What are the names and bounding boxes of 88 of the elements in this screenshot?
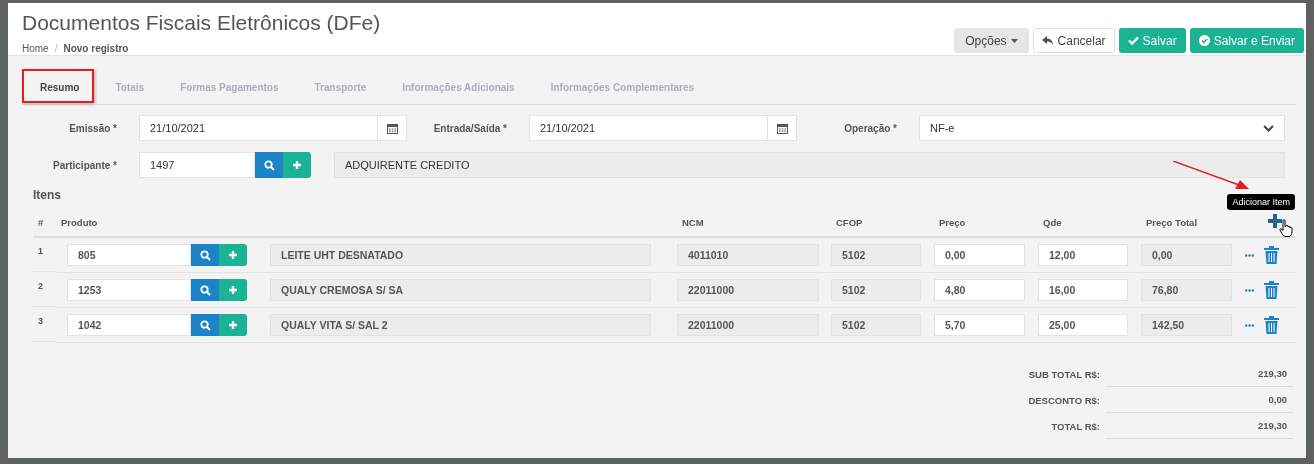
add-button[interactable] bbox=[219, 314, 247, 336]
breadcrumb-item[interactable]: Home bbox=[22, 43, 49, 54]
trash-icon[interactable] bbox=[1264, 246, 1279, 264]
undo-arrow-icon bbox=[1041, 35, 1054, 46]
add-button[interactable] bbox=[219, 279, 247, 301]
field-label: Entrada/Saída * bbox=[432, 122, 508, 134]
operation-select[interactable]: NF-e bbox=[919, 115, 1285, 141]
search-button[interactable] bbox=[191, 279, 219, 301]
calendar-button[interactable] bbox=[768, 115, 797, 141]
total-field: 0,00 bbox=[1141, 244, 1232, 266]
product-code-field[interactable]: 1253 bbox=[67, 279, 191, 301]
breadcrumb-separator: / bbox=[54, 43, 58, 54]
check-circle-icon bbox=[1198, 35, 1210, 46]
ncm-field: 4011010 bbox=[677, 244, 819, 266]
price-field[interactable]: 5,70 bbox=[934, 314, 1025, 336]
calendar-icon bbox=[776, 122, 788, 134]
cfop-field: 5102 bbox=[831, 279, 921, 301]
search-button[interactable] bbox=[255, 152, 283, 178]
participant-field[interactable]: 1497 bbox=[139, 152, 255, 178]
quantity-field[interactable]: 25,00 bbox=[1038, 314, 1128, 336]
tooltip: Adicionar Item bbox=[1227, 194, 1295, 210]
hand-cursor-icon bbox=[1279, 219, 1293, 237]
date-field[interactable]: 21/10/2021 bbox=[139, 115, 378, 141]
breadcrumb-item: Novo registro bbox=[63, 43, 129, 54]
column-header: Produto bbox=[56, 209, 270, 238]
column-header: CFOP bbox=[831, 209, 934, 238]
plus-icon bbox=[228, 320, 238, 330]
row-number: 1 bbox=[33, 238, 56, 272]
total-label: TOTAL R$: bbox=[1050, 419, 1100, 434]
page-title: Documentos Fiscais Eletrônicos (DFe) bbox=[22, 11, 381, 35]
ncm-field: 22011000 bbox=[677, 314, 819, 336]
field-label: Operação * bbox=[843, 122, 898, 134]
trash-icon[interactable] bbox=[1264, 316, 1279, 334]
add-item-button[interactable] bbox=[1267, 213, 1283, 229]
options-button[interactable]: Opções bbox=[954, 28, 1029, 53]
chevron-down-icon bbox=[1263, 124, 1274, 132]
quantity-field[interactable]: 12,00 bbox=[1038, 244, 1128, 266]
add-button[interactable] bbox=[283, 152, 311, 178]
total-field: 142,50 bbox=[1141, 314, 1232, 336]
more-icon[interactable] bbox=[1245, 288, 1254, 292]
check-icon bbox=[1127, 36, 1139, 45]
search-button[interactable] bbox=[191, 314, 219, 336]
search-icon bbox=[263, 159, 275, 171]
field-label: Emissão * bbox=[68, 122, 118, 134]
total-field: 76,80 bbox=[1141, 279, 1232, 301]
search-icon bbox=[199, 284, 211, 296]
caret-icon bbox=[1010, 38, 1018, 43]
column-header: NCM bbox=[677, 209, 831, 238]
cfop-field: 5102 bbox=[831, 244, 921, 266]
description-field: LEITE UHT DESNATADO bbox=[270, 244, 651, 266]
tab[interactable]: Resumo bbox=[22, 71, 98, 104]
column-header: # bbox=[33, 209, 56, 238]
column-header: Preço bbox=[934, 209, 1038, 238]
calendar-button[interactable] bbox=[378, 115, 407, 141]
total-label: SUB TOTAL R$: bbox=[1028, 367, 1100, 382]
quantity-field[interactable]: 16,00 bbox=[1038, 279, 1128, 301]
price-field[interactable]: 4,80 bbox=[934, 279, 1025, 301]
field-label: Participante * bbox=[52, 159, 118, 171]
date-field[interactable]: 21/10/2021 bbox=[529, 115, 768, 141]
section-title: Itens bbox=[33, 188, 61, 202]
total-value: 0,00 bbox=[1106, 387, 1293, 413]
total-label: DESCONTO R$: bbox=[1028, 393, 1100, 408]
cancel-button[interactable]: Cancelar bbox=[1032, 28, 1115, 53]
product-code-field[interactable]: 1042 bbox=[67, 314, 191, 336]
row-number: 3 bbox=[33, 308, 56, 342]
description-field: QUALY VITA S/ SAL 2 bbox=[270, 314, 651, 336]
add-button[interactable] bbox=[219, 244, 247, 266]
total-value: 219,30 bbox=[1106, 361, 1293, 387]
search-icon bbox=[199, 249, 211, 261]
column-header: Qde bbox=[1038, 209, 1141, 238]
more-icon[interactable] bbox=[1245, 323, 1254, 327]
total-value: 219,30 bbox=[1106, 413, 1293, 439]
search-icon bbox=[199, 319, 211, 331]
trash-icon[interactable] bbox=[1264, 281, 1279, 299]
participant-name-field: ADQUIRENTE CREDITO bbox=[334, 152, 1285, 178]
plus-icon bbox=[228, 285, 238, 295]
cfop-field: 5102 bbox=[831, 314, 921, 336]
more-icon[interactable] bbox=[1245, 253, 1254, 257]
description-field: QUALY CREMOSA S/ SA bbox=[270, 279, 651, 301]
ncm-field: 22011000 bbox=[677, 279, 819, 301]
product-code-field[interactable]: 805 bbox=[67, 244, 191, 266]
plus-icon bbox=[292, 160, 302, 170]
search-button[interactable] bbox=[191, 244, 219, 266]
plus-icon bbox=[228, 250, 238, 260]
calendar-icon bbox=[386, 122, 398, 134]
row-number: 2 bbox=[33, 273, 56, 307]
price-field[interactable]: 0,00 bbox=[934, 244, 1025, 266]
highlight-frame bbox=[22, 69, 94, 103]
